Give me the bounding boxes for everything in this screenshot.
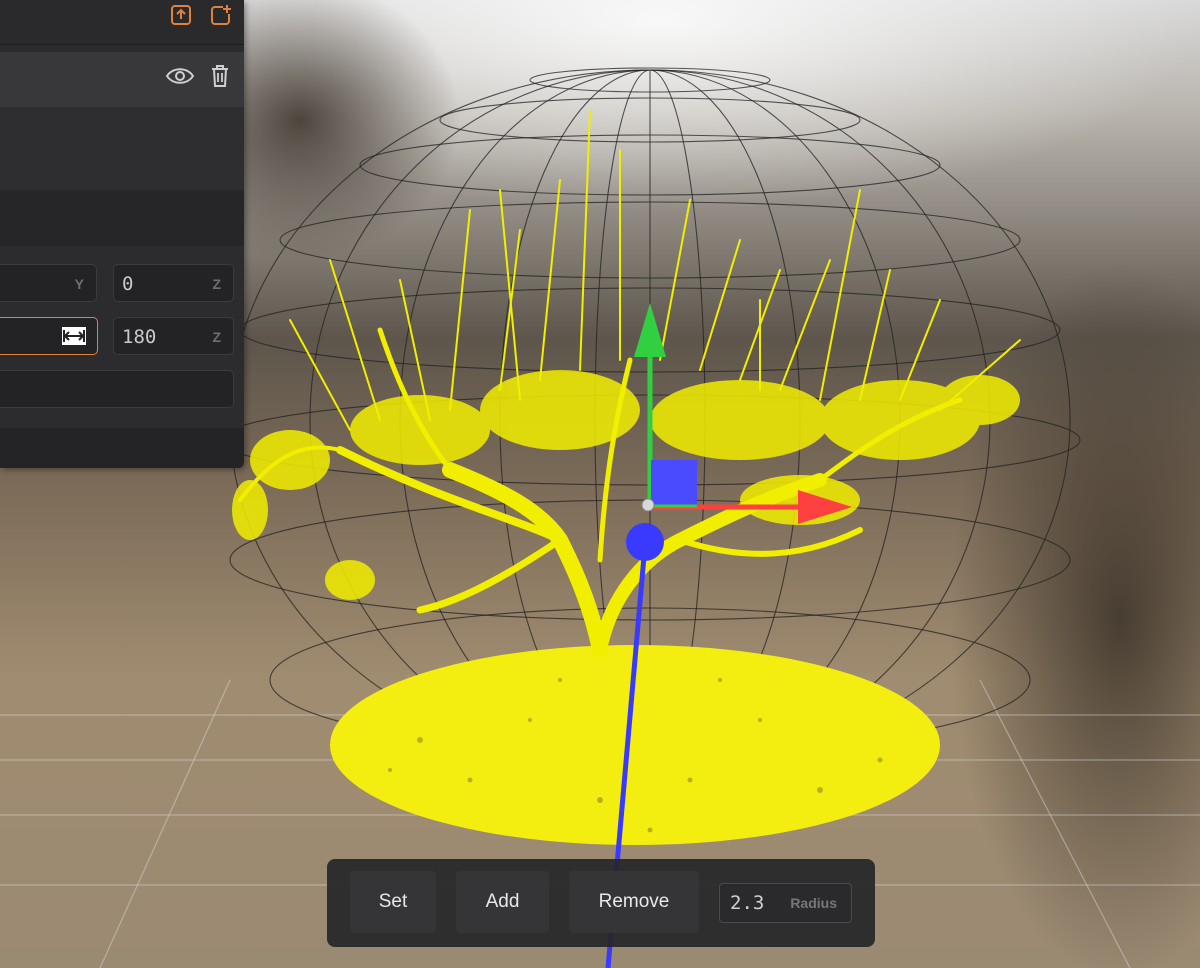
radius-label: Radius — [790, 895, 837, 911]
export-icon[interactable] — [170, 4, 192, 31]
position-y-field[interactable]: Y — [0, 264, 97, 302]
position-z-axis-label: Z — [212, 276, 221, 292]
rotation-y-field[interactable] — [0, 317, 98, 355]
position-y-axis-label: Y — [74, 276, 84, 292]
set-button[interactable]: Set — [350, 871, 436, 933]
panel-header — [0, 0, 244, 45]
radius-field[interactable]: 2.3 Radius — [719, 883, 852, 923]
gizmo-z-handle[interactable] — [626, 523, 664, 561]
resize-horizontal-icon[interactable] — [61, 326, 87, 351]
radius-value: 2.3 — [730, 892, 765, 914]
rotation-z-field[interactable]: 180 Z — [113, 317, 234, 355]
gizmo-center-handle[interactable] — [641, 498, 655, 512]
panel-footer — [0, 428, 244, 468]
scale-field[interactable] — [0, 370, 234, 408]
panel-section-header — [0, 190, 244, 246]
rotation-z-axis-label: Z — [212, 329, 221, 345]
eye-icon[interactable] — [165, 66, 195, 91]
panel-section — [0, 107, 244, 190]
selection-toolbar: Set Add Remove 2.3 Radius — [327, 859, 875, 947]
remove-button[interactable]: Remove — [569, 871, 699, 933]
trash-icon[interactable] — [210, 64, 230, 93]
gizmo-plane-handle[interactable] — [651, 460, 697, 506]
layer-row[interactable] — [0, 52, 244, 107]
add-icon[interactable] — [210, 4, 232, 31]
position-z-value: 0 — [122, 273, 134, 295]
inspector-panel: Y 0 Z 180 Z — [0, 0, 244, 468]
add-button[interactable]: Add — [456, 871, 549, 933]
rotation-z-value: 180 — [122, 326, 157, 348]
position-z-field[interactable]: 0 Z — [113, 264, 234, 302]
